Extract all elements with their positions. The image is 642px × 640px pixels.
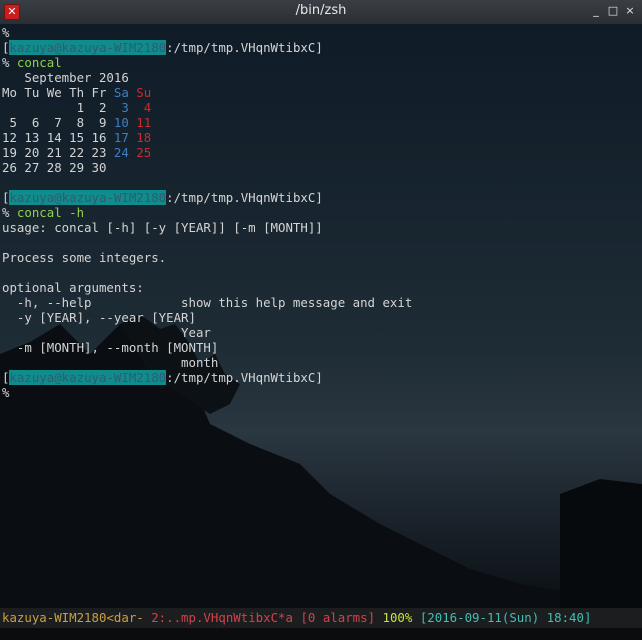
calendar-week-row: 5 6 7 8 9 10 11: [2, 115, 412, 130]
prompt-line: [kazuya@kazuya-WIM2180:/tmp/tmp.VHqnWtib…: [2, 370, 412, 385]
command-line: % concal: [2, 55, 412, 70]
prompt-path: :/tmp/tmp.VHqnWtibxC]: [166, 40, 323, 55]
output-line: September 2016: [2, 70, 129, 85]
title-bar: ✕ /bin/zsh _ □ ×: [0, 0, 642, 25]
prompt-host: kazuya@kazuya-WIM2180: [9, 190, 167, 205]
calendar-day: 27: [24, 160, 40, 175]
calendar-week-row: 19 20 21 22 23 24 25: [2, 145, 412, 160]
maximize-button[interactable]: □: [606, 4, 620, 18]
calendar-day: 15: [69, 130, 85, 145]
calendar-weekday: Tu: [24, 85, 40, 100]
command-line: % concal -h: [2, 205, 412, 220]
command-text: concal -h: [16, 205, 85, 220]
output-line: -h, --help show this help message and ex…: [2, 295, 413, 310]
calendar-day: 5: [9, 115, 17, 130]
calendar-day: 6: [31, 115, 40, 130]
status-prev-window[interactable]: dar-: [114, 610, 144, 625]
calendar-day: 30: [91, 160, 107, 175]
calendar-weekday: Fr: [91, 85, 107, 100]
calendar-weekday: Mo: [2, 85, 17, 100]
status-current-window[interactable]: 2:..mp.VHqnWtibxC*a: [151, 610, 293, 625]
calendar-day: 25: [136, 145, 152, 160]
calendar-day: 8: [76, 115, 85, 130]
calendar-week-row: 1 2 3 4: [2, 100, 412, 115]
command-text: concal: [16, 55, 62, 70]
calendar-week-row: 12 13 14 15 16 17 18: [2, 130, 412, 145]
calendar-day: 3: [121, 100, 129, 115]
output-line: -m [MONTH], --month [MONTH]: [2, 340, 219, 355]
calendar-day: 16: [91, 130, 107, 145]
prompt-line: [kazuya@kazuya-WIM2180:/tmp/tmp.VHqnWtib…: [2, 190, 412, 205]
calendar-day: 28: [46, 160, 62, 175]
calendar-day: 26: [2, 160, 17, 175]
calendar-day: 4: [143, 100, 152, 115]
calendar-weekday: Su: [136, 85, 152, 100]
calendar-day: 29: [69, 160, 85, 175]
output-line: month: [2, 355, 219, 370]
calendar-day: 20: [24, 145, 40, 160]
status-clock: [2016-09-11(Sun) 18:40]: [419, 610, 592, 625]
terminal-output: % [kazuya@kazuya-WIM2180:/tmp/tmp.VHqnWti…: [2, 25, 412, 400]
calendar-day: 18: [136, 130, 152, 145]
close-button[interactable]: ×: [623, 4, 637, 18]
output-line: Year: [2, 325, 211, 340]
output-line: %: [2, 385, 10, 400]
window-title: /bin/zsh: [295, 3, 347, 18]
output-line: optional arguments:: [2, 280, 144, 295]
prompt-sign: %: [2, 55, 17, 70]
calendar-weekday: Sa: [113, 85, 129, 100]
calendar-day: 12: [2, 130, 17, 145]
bottom-strip: [0, 628, 642, 640]
calendar-day: 17: [113, 130, 129, 145]
status-bar: kazuya-WIM2180<dar- 2:..mp.VHqnWtibxC*a …: [0, 608, 642, 628]
status-battery: 100%: [382, 610, 413, 625]
prompt-path: :/tmp/tmp.VHqnWtibxC]: [166, 370, 323, 385]
output-line: usage: concal [-h] [-y [YEAR]] [-m [MONT…: [2, 220, 323, 235]
calendar-day: 11: [136, 115, 152, 130]
status-hostname: kazuya-WIM2180: [2, 610, 107, 625]
prompt-sign: %: [2, 205, 17, 220]
minimize-button[interactable]: _: [589, 4, 603, 18]
calendar-day: 14: [46, 130, 62, 145]
calendar-day: 13: [24, 130, 40, 145]
prompt-line: [kazuya@kazuya-WIM2180:/tmp/tmp.VHqnWtib…: [2, 40, 412, 55]
calendar-weekday: Th: [69, 85, 85, 100]
calendar-day: 2: [98, 100, 107, 115]
calendar-day: 1: [76, 100, 85, 115]
output-line: %: [2, 25, 10, 40]
calendar-day: 23: [91, 145, 107, 160]
calendar-weekday: We: [46, 85, 62, 100]
prompt-host: kazuya@kazuya-WIM2180: [9, 40, 167, 55]
calendar-day: 10: [113, 115, 129, 130]
calendar-day: 22: [69, 145, 85, 160]
calendar-weekday-row: Mo Tu We Th Fr Sa Su: [2, 85, 412, 100]
calendar-day: 7: [54, 115, 62, 130]
calendar-day: 9: [98, 115, 107, 130]
calendar-day: 21: [46, 145, 62, 160]
output-line: Process some integers.: [2, 250, 167, 265]
calendar-day: 19: [2, 145, 17, 160]
prompt-host: kazuya@kazuya-WIM2180: [9, 370, 167, 385]
terminal-area[interactable]: % [kazuya@kazuya-WIM2180:/tmp/tmp.VHqnWti…: [0, 24, 642, 608]
output-line: -y [YEAR], --year [YEAR]: [2, 310, 196, 325]
calendar-week-row: 26 27 28 29 30: [2, 160, 412, 175]
calendar-day: 24: [113, 145, 129, 160]
status-separator: <: [106, 610, 114, 625]
prompt-path: :/tmp/tmp.VHqnWtibxC]: [166, 190, 323, 205]
status-alarms: [0 alarms]: [300, 610, 376, 625]
